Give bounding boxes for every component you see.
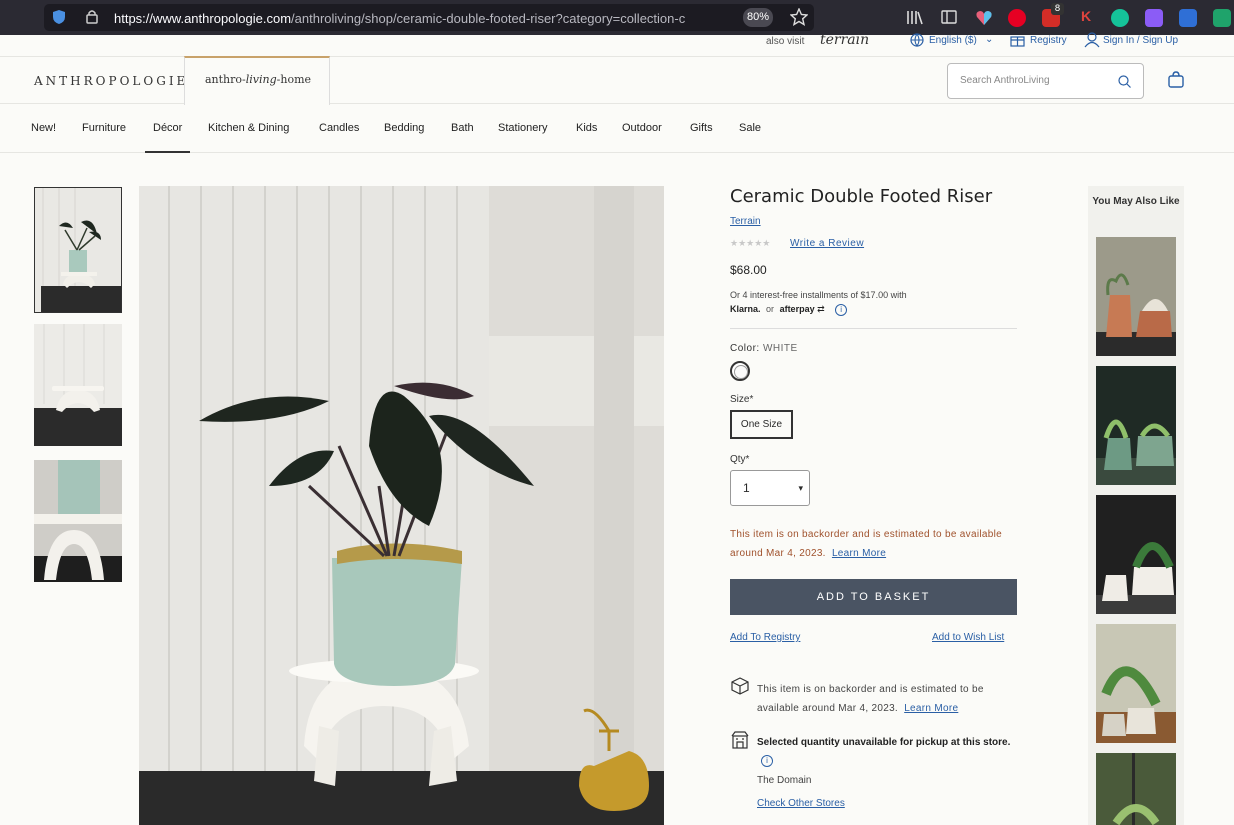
url-text[interactable]: https://www.anthropologie.com/anthrolivi…: [114, 11, 740, 26]
browser-toolbar: https://www.anthropologie.com/anthrolivi…: [0, 0, 1234, 35]
zoom-level[interactable]: 80%: [743, 8, 773, 27]
recommended-product[interactable]: [1096, 495, 1176, 614]
nav-decor[interactable]: Décor: [145, 122, 191, 153]
anthropologie-logo[interactable]: ANTHROPOLOGIE: [34, 74, 188, 88]
color-value: WHITE: [762, 343, 798, 354]
pickup-notice: Selected quantity unavailable for pickup…: [757, 737, 1011, 767]
or-text: or: [766, 304, 775, 314]
nav-gifts[interactable]: Gifts: [690, 122, 713, 134]
recommended-product[interactable]: [1096, 753, 1176, 825]
product-price: $68.00: [730, 263, 767, 277]
add-to-wish-list-link[interactable]: Add to Wish List: [932, 632, 1004, 643]
also-visit-label: also visit: [766, 36, 805, 47]
add-to-basket-button[interactable]: ADD TO BASKET: [730, 579, 1017, 615]
rating-stars: ★★★★★: [730, 238, 771, 248]
divider: [730, 328, 1017, 329]
search-input[interactable]: Search AnthroLiving: [947, 63, 1144, 99]
add-to-registry-link[interactable]: Add To Registry: [730, 632, 800, 643]
anthroliving-logo: anthro-living-home: [204, 73, 312, 86]
heart-extension-icon[interactable]: [975, 9, 993, 27]
recommendations-heading: You May Also Like: [1092, 196, 1180, 207]
info-icon[interactable]: i: [761, 755, 773, 767]
product-title: Ceramic Double Footed Riser: [730, 186, 993, 207]
site-header: ANTHROPOLOGIE anthro-living-home Search …: [0, 56, 1234, 105]
color-swatch-white[interactable]: [730, 361, 750, 381]
gift-icon: [1010, 36, 1025, 47]
nav-stationery[interactable]: Stationery: [498, 122, 548, 134]
product-thumbnail[interactable]: [34, 460, 122, 582]
store-icon: [731, 731, 749, 749]
afterpay-logo[interactable]: afterpay: [780, 304, 815, 314]
pinterest-icon[interactable]: [1008, 9, 1026, 27]
product-thumbnail[interactable]: [34, 187, 122, 313]
puzzle-extension-icon[interactable]: [1145, 9, 1163, 27]
utility-bar: also visit terrain English ($) ⌄ Registr…: [0, 32, 1234, 55]
size-option-one-size[interactable]: One Size: [730, 410, 793, 439]
klarna-logo[interactable]: Klarna.: [730, 304, 761, 314]
nav-bedding[interactable]: Bedding: [384, 122, 424, 134]
learn-more-link[interactable]: Learn More: [904, 703, 958, 714]
k-extension-icon[interactable]: K: [1081, 8, 1091, 24]
store-name: The Domain: [757, 775, 812, 786]
blue-extension-icon[interactable]: [1179, 9, 1197, 27]
nav-kitchen-dining[interactable]: Kitchen & Dining: [208, 122, 289, 134]
quantity-select[interactable]: 1 ▾: [730, 470, 810, 506]
box-icon: [731, 677, 749, 695]
registry-link[interactable]: Registry: [1030, 35, 1067, 46]
library-icon[interactable]: [906, 10, 924, 25]
globe-icon: [910, 33, 924, 47]
shipping-notice: This item is on backorder and is estimat…: [757, 684, 984, 714]
backorder-notice: This item is on backorder and is estimat…: [730, 529, 1002, 559]
recommended-product[interactable]: [1096, 237, 1176, 356]
terrain-link[interactable]: terrain: [820, 32, 869, 48]
category-nav: New! Furniture Décor Kitchen & Dining Ca…: [0, 105, 1234, 153]
reader-view-icon[interactable]: [941, 10, 957, 24]
color-label: Color: WHITE: [730, 343, 798, 354]
language-selector[interactable]: English ($): [929, 35, 977, 46]
chevron-down-icon: ▾: [798, 483, 803, 493]
qty-value: 1: [743, 481, 750, 495]
nav-outdoor[interactable]: Outdoor: [622, 122, 662, 134]
afterpay-arrows-icon: ⇄: [817, 304, 825, 314]
nav-sale[interactable]: Sale: [739, 122, 761, 134]
qty-label: Qty*: [730, 454, 750, 465]
recommended-product[interactable]: [1096, 366, 1176, 485]
nav-new[interactable]: New!: [31, 122, 56, 134]
nav-kids[interactable]: Kids: [576, 122, 597, 134]
search-placeholder: Search AnthroLiving: [960, 75, 1050, 86]
sign-in-link[interactable]: Sign In / Sign Up: [1103, 35, 1178, 46]
size-label: Size*: [730, 394, 754, 405]
lock-icon[interactable]: [86, 9, 98, 24]
nav-bath[interactable]: Bath: [451, 122, 474, 134]
payment-options: Klarna. or afterpay ⇄ i: [730, 304, 848, 316]
recommendations-panel: You May Also Like: [1088, 186, 1184, 825]
write-review-link[interactable]: Write a Review: [790, 238, 864, 249]
check-other-stores-link[interactable]: Check Other Stores: [757, 798, 845, 809]
recommended-product[interactable]: [1096, 624, 1176, 743]
installments-text: Or 4 interest-free installments of $17.0…: [730, 290, 907, 300]
green-extension-icon[interactable]: [1213, 9, 1231, 27]
anthroliving-tab[interactable]: anthro-living-home: [184, 56, 330, 105]
product-thumbnail[interactable]: [34, 324, 122, 446]
grammarly-icon[interactable]: [1111, 9, 1129, 27]
basket-icon[interactable]: [1167, 71, 1185, 89]
nav-furniture[interactable]: Furniture: [82, 122, 126, 134]
search-icon[interactable]: [1118, 75, 1131, 88]
main-product-image[interactable]: [139, 186, 664, 825]
user-icon: [1084, 32, 1100, 48]
extension-badge: 8: [1051, 3, 1064, 15]
shield-icon[interactable]: [52, 9, 66, 25]
info-icon[interactable]: i: [835, 304, 848, 316]
bookmark-star-icon[interactable]: [790, 8, 808, 26]
chevron-down-icon[interactable]: ⌄: [985, 34, 993, 45]
nav-candles[interactable]: Candles: [319, 122, 359, 134]
brand-link[interactable]: Terrain: [730, 216, 761, 227]
learn-more-link[interactable]: Learn More: [832, 548, 886, 559]
